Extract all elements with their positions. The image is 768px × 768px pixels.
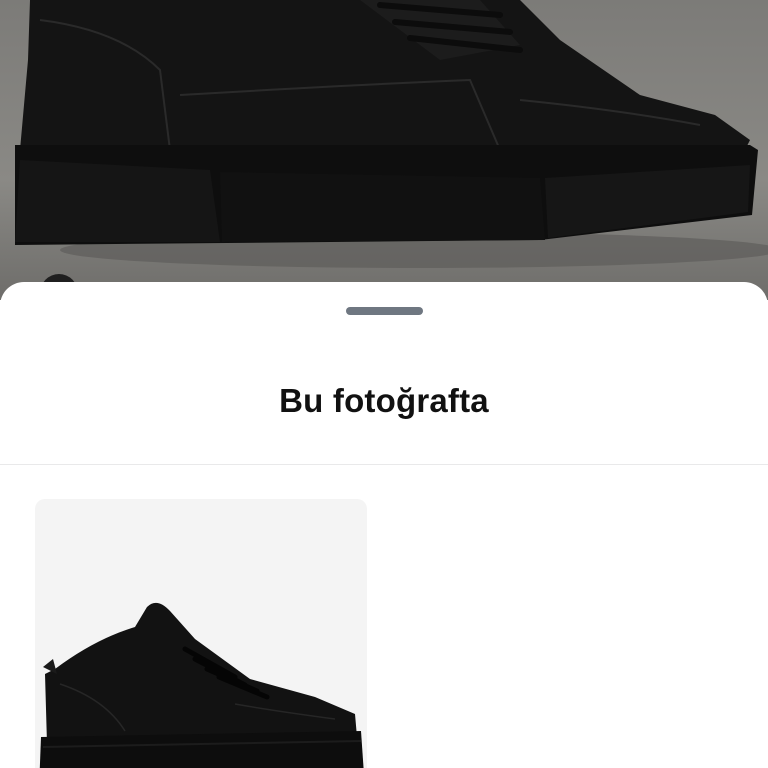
product-card[interactable] xyxy=(35,499,367,768)
shoe-photo-large xyxy=(15,0,768,268)
background-photo xyxy=(0,0,768,300)
sheet-title: Bu fotoğrafta xyxy=(279,382,489,419)
divider xyxy=(0,464,768,465)
bottom-sheet: Bu fotoğrafta xyxy=(0,282,768,768)
drag-handle-icon[interactable] xyxy=(346,307,423,315)
product-image xyxy=(39,602,364,768)
